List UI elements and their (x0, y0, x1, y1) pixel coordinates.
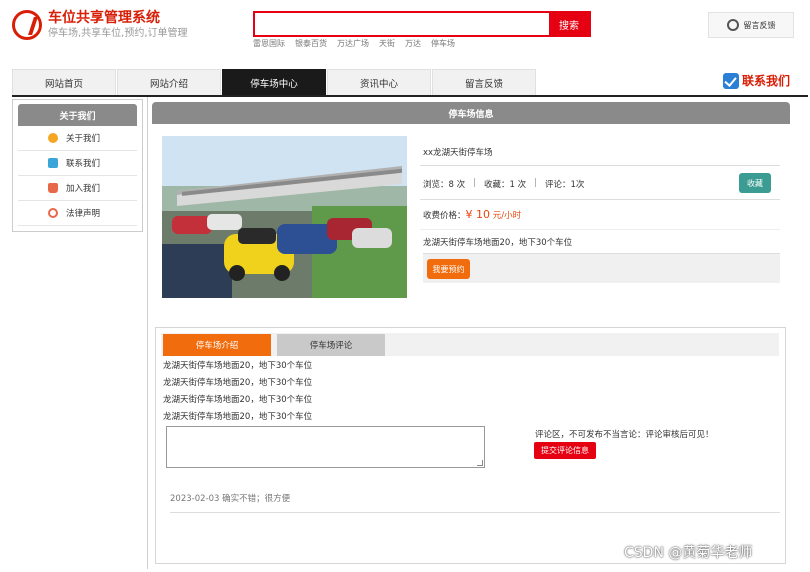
hot-word-link[interactable]: 停车场 (431, 38, 455, 49)
sidebar: 关于我们 关于我们 联系我们 加入我们 法律声明 (12, 99, 143, 232)
price-value: ¥ 10 (465, 208, 491, 221)
parking-description: 龙湖天街停车场地面20，地下30个车位 (423, 238, 573, 248)
comment-notice: 评论区，不可发布不当言论：评论审核后可见！ (535, 430, 714, 440)
nav-item-news[interactable]: 资讯中心 (327, 69, 431, 95)
submit-comment-button[interactable]: 提交评论信息 (534, 442, 596, 459)
price-unit: 元/小时 (492, 211, 522, 221)
feedback-label: 留言反馈 (743, 20, 776, 30)
contact-icon (48, 158, 58, 168)
hot-word-link[interactable]: 万达广场 (337, 38, 369, 49)
views-count: 浏览：8 次 (423, 180, 466, 190)
divider (420, 165, 780, 166)
check-icon (723, 72, 739, 89)
info-icon (48, 133, 58, 143)
intro-line: 龙湖天街停车场地面20，地下30个车位 (163, 378, 313, 388)
parking-photo (162, 136, 407, 298)
nav-divider (12, 95, 808, 97)
sidebar-item-contact[interactable]: 联系我们 (18, 151, 137, 176)
watermark-text: CSDN @黄菊华老师 (624, 545, 753, 561)
sidebar-item-label: 法律声明 (66, 209, 101, 219)
sidebar-item-legal[interactable]: 法律声明 (18, 201, 137, 226)
logo-icon (12, 10, 42, 40)
nav-item-feedback[interactable]: 留言反馈 (432, 69, 536, 95)
favorite-button[interactable]: 收藏 (739, 173, 771, 193)
power-icon (48, 208, 58, 218)
nav-item-parking[interactable]: 停车场中心 (222, 69, 326, 95)
lock-icon (48, 183, 58, 193)
main-nav: 网站首页 网站介绍 停车场中心 资讯中心 留言反馈 (12, 69, 537, 95)
content-divider (147, 97, 148, 569)
sidebar-item-label: 联系我们 (66, 159, 101, 169)
headset-icon (726, 19, 739, 31)
sidebar-item-about[interactable]: 关于我们 (18, 126, 137, 151)
nav-item-about[interactable]: 网站介绍 (117, 69, 221, 95)
sidebar-item-label: 加入我们 (66, 184, 101, 194)
contact-us-link[interactable]: 联系我们 (723, 72, 790, 89)
hot-word-link[interactable]: 天街 (379, 38, 395, 49)
comment-textarea[interactable] (166, 426, 485, 468)
parking-stats: 浏览：8 次 | 收藏：1 次 | 评论：1次 (423, 178, 584, 190)
tab-reviews[interactable]: 停车场评论 (277, 334, 385, 356)
sidebar-item-label: 关于我们 (66, 134, 101, 144)
price-label: 收费价格： (423, 211, 466, 221)
reserve-button[interactable]: 我要预约 (427, 259, 470, 279)
intro-text: 龙湖天街停车场地面20，地下30个车位 龙湖天街停车场地面20，地下30个车位 … (163, 358, 312, 426)
hot-search-words: 雷恩国际 银泰百货 万达广场 天街 万达 停车场 (253, 38, 455, 49)
site-title: 车位共享管理系统 (48, 10, 160, 26)
intro-line: 龙湖天街停车场地面20，地下30个车位 (163, 361, 313, 371)
nav-item-home[interactable]: 网站首页 (12, 69, 116, 95)
divider (420, 229, 780, 230)
sidebar-item-join[interactable]: 加入我们 (18, 176, 137, 201)
intro-line: 龙湖天街停车场地面20，地下30个车位 (163, 412, 313, 422)
search-bar: 搜索 (253, 11, 591, 37)
sidebar-title: 关于我们 (18, 104, 137, 126)
site-subtitle: 停车场,共享车位,预约,订单管理 (48, 28, 188, 39)
search-button[interactable]: 搜索 (549, 13, 589, 35)
search-input[interactable] (255, 13, 549, 35)
stats-separator: | (534, 178, 537, 188)
resize-handle[interactable] (477, 460, 483, 466)
reserve-bar (423, 253, 780, 283)
contact-us-label: 联系我们 (742, 74, 791, 88)
stats-separator: | (473, 178, 476, 188)
divider (170, 512, 780, 513)
site-logo[interactable]: 车位共享管理系统 停车场,共享车位,预约,订单管理 (12, 9, 188, 41)
hot-word-link[interactable]: 万达 (405, 38, 421, 49)
section-header: 停车场信息 (152, 102, 790, 124)
tab-intro[interactable]: 停车场介绍 (163, 334, 271, 356)
hot-word-link[interactable]: 雷恩国际 (253, 38, 285, 49)
review-item: 2023-02-03 确实不错；很方便 (170, 494, 291, 504)
comments-count: 评论：1次 (545, 180, 585, 190)
price-row: 收费价格：¥ 10 元/小时 (423, 208, 521, 221)
favorites-count: 收藏：1 次 (484, 180, 527, 190)
divider (420, 199, 780, 200)
intro-line: 龙湖天街停车场地面20，地下30个车位 (163, 395, 313, 405)
hot-word-link[interactable]: 银泰百货 (295, 38, 327, 49)
parking-name: xx龙湖天街停车场 (423, 148, 493, 158)
feedback-button[interactable]: 留言反馈 (708, 12, 794, 38)
